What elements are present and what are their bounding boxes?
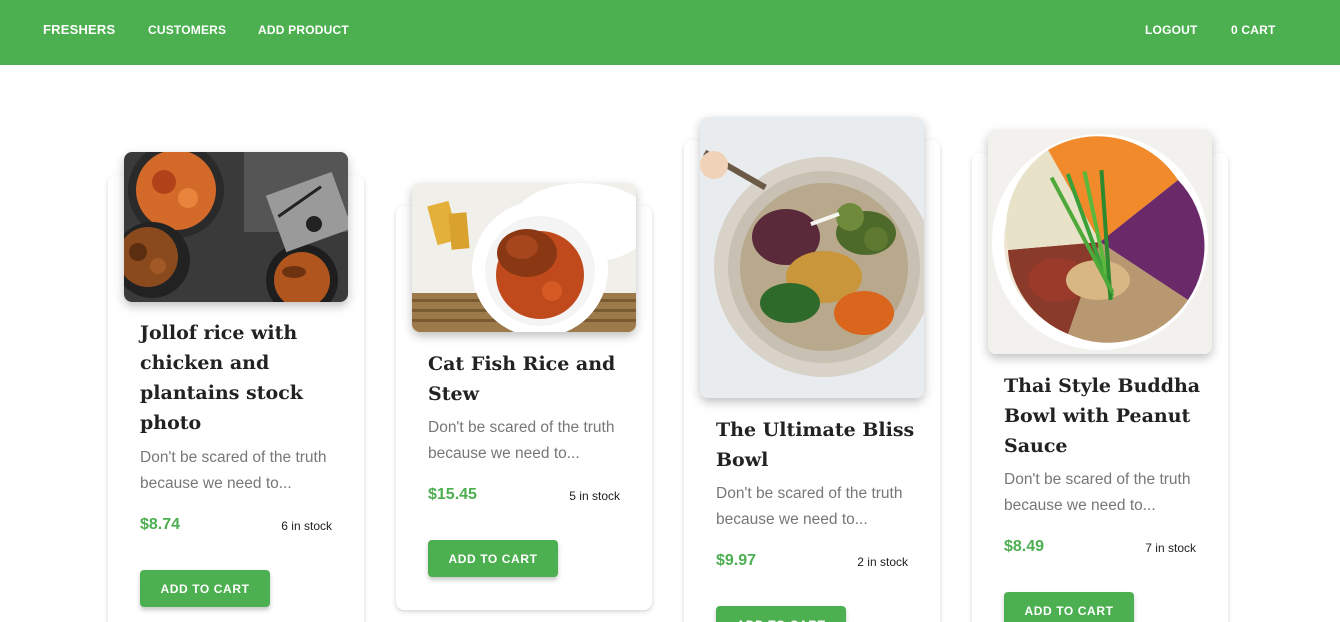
product-image-cat-fish <box>412 183 636 332</box>
product-card-bliss-bowl: The Ultimate Bliss Bowl Don't be scared … <box>684 117 940 622</box>
product-stock: 7 in stock <box>1145 541 1196 555</box>
product-card-thai-buddha-bowl: Thai Style Buddha Bowl with Peanut Sauce… <box>972 130 1228 622</box>
nav-customers-link[interactable]: CUSTOMERS <box>148 23 226 37</box>
product-price: $15.45 <box>428 486 477 503</box>
add-to-cart-button[interactable]: ADD TO CART <box>140 570 270 607</box>
add-to-cart-button[interactable]: ADD TO CART <box>428 540 558 577</box>
product-description: Don't be scared of the truth because we … <box>140 449 327 492</box>
product-description: Don't be scared of the truth because we … <box>428 419 615 462</box>
product-title: The Ultimate Bliss Bowl <box>716 419 915 471</box>
product-stock: 5 in stock <box>569 489 620 503</box>
product-title: Jollof rice with chicken and plantains s… <box>140 322 303 434</box>
product-title: Cat Fish Rice and Stew <box>428 353 616 405</box>
product-title: Thai Style Buddha Bowl with Peanut Sauce <box>1004 375 1201 457</box>
product-price: $8.74 <box>140 516 181 533</box>
brand-link[interactable]: FRESHERS <box>43 22 115 37</box>
product-stock: 6 in stock <box>281 519 332 533</box>
product-card-cat-fish: Cat Fish Rice and Stew Don't be scared o… <box>396 183 652 610</box>
product-image-jollof-rice <box>124 152 348 302</box>
product-image-thai-buddha-bowl <box>988 130 1212 354</box>
product-image-bliss-bowl <box>700 117 924 398</box>
product-description: Don't be scared of the truth because we … <box>1004 471 1191 514</box>
cart-link[interactable]: 0 CART <box>1231 23 1276 37</box>
nav-add-product-link[interactable]: ADD PRODUCT <box>258 23 349 37</box>
logout-link[interactable]: LOGOUT <box>1145 23 1198 37</box>
product-description: Don't be scared of the truth because we … <box>716 485 903 528</box>
add-to-cart-button[interactable]: ADD TO CART <box>1004 592 1134 622</box>
add-to-cart-button[interactable]: ADD TO CART <box>716 606 846 622</box>
top-navbar: FRESHERS CUSTOMERS ADD PRODUCT LOGOUT 0 … <box>0 0 1340 65</box>
product-price: $9.97 <box>716 552 757 569</box>
product-card-jollof-rice: Jollof rice with chicken and plantains s… <box>108 152 364 622</box>
product-stock: 2 in stock <box>857 555 908 569</box>
product-price: $8.49 <box>1004 538 1045 555</box>
